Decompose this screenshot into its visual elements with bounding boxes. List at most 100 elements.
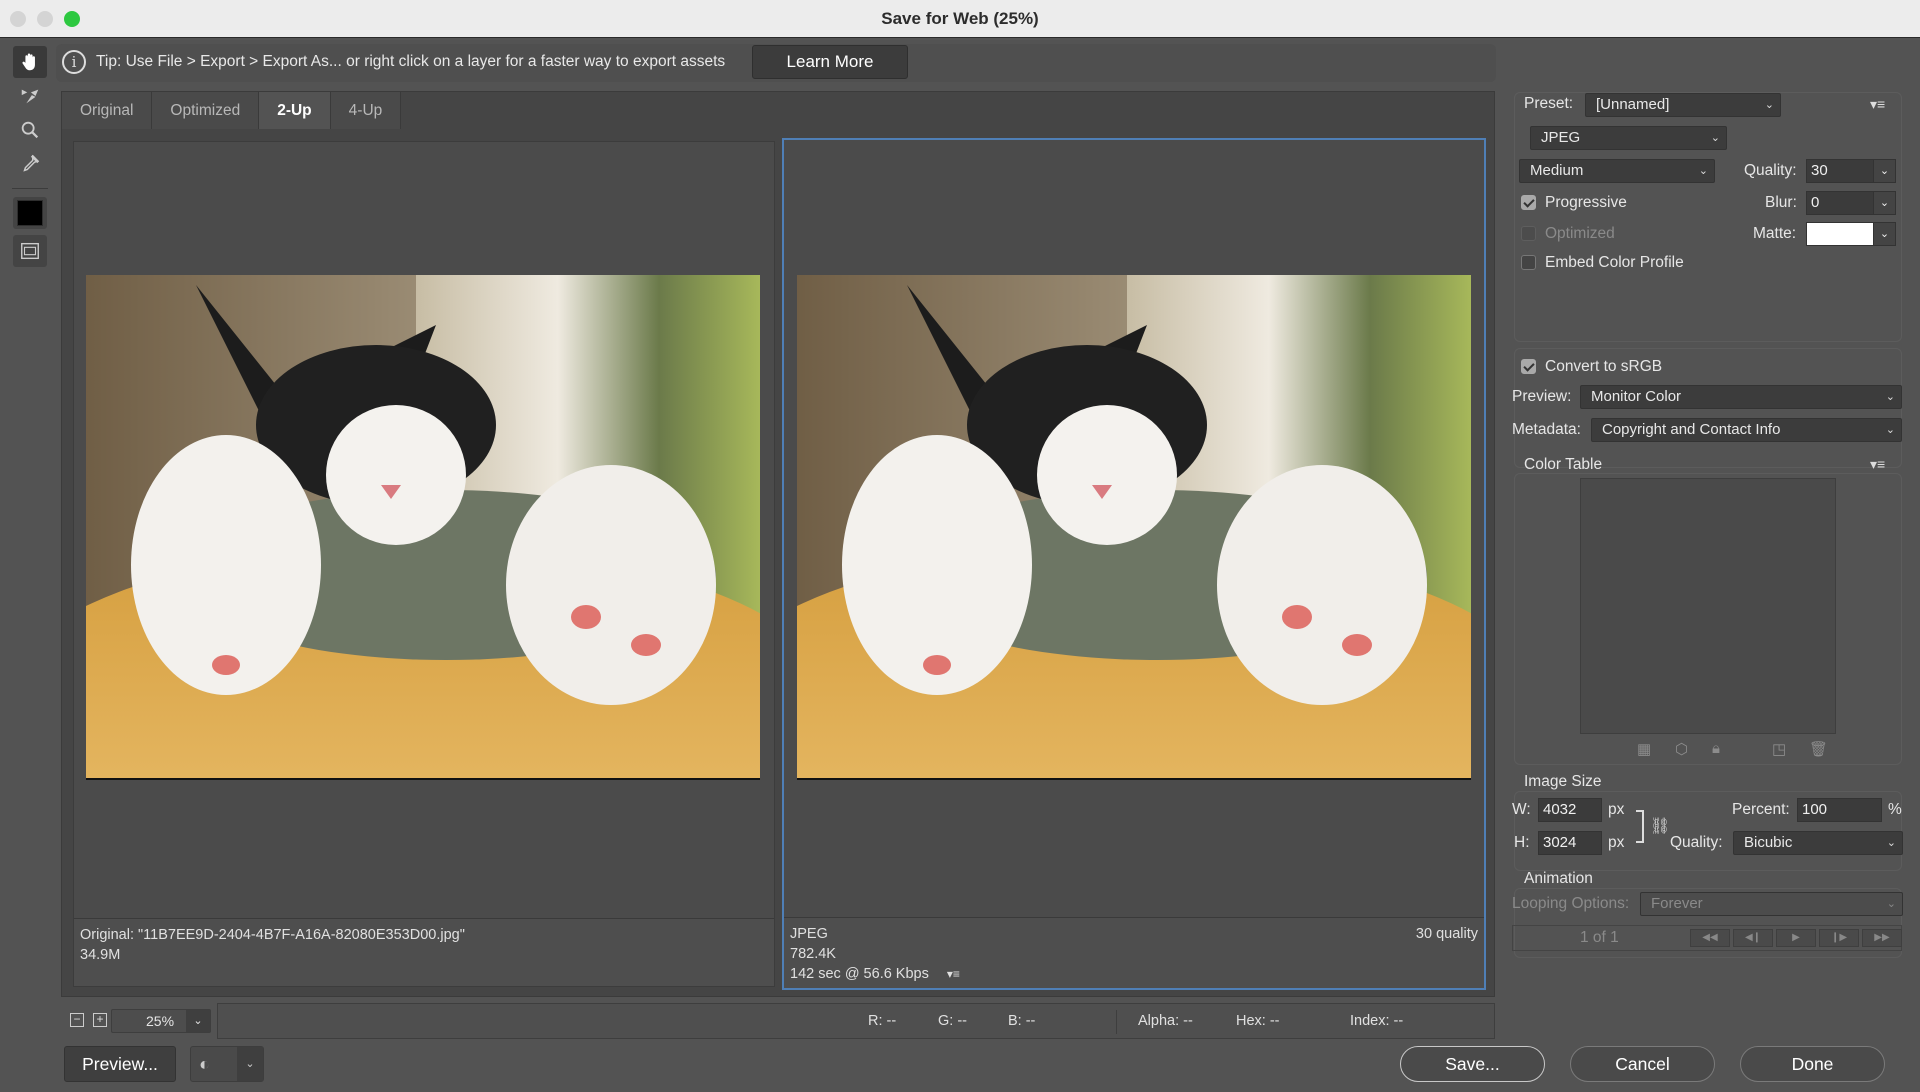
link-icon[interactable]: ⛓︎ <box>1650 816 1670 836</box>
preset-select[interactable]: [Unnamed] ⌄ <box>1585 93 1781 117</box>
looping-options-select[interactable]: Forever ⌄ <box>1640 892 1903 916</box>
color-table-menu-icon[interactable]: ▾≡ <box>1870 456 1885 473</box>
original-image[interactable] <box>86 275 760 780</box>
transparency-icon[interactable]: ▦ <box>1637 740 1651 758</box>
next-frame-button[interactable]: ❙▶ <box>1819 929 1859 947</box>
quality-input[interactable]: 30 ⌄ <box>1806 159 1896 183</box>
last-frame-button[interactable]: ▶▶ <box>1862 929 1902 947</box>
play-button[interactable]: ▶ <box>1776 929 1816 947</box>
optimize-menu-icon[interactable]: ▾≡ <box>1870 96 1885 113</box>
hand-tool[interactable] <box>13 46 47 78</box>
preview-color-value: Monitor Color <box>1591 388 1682 405</box>
trash-icon[interactable]: 🗑︎ <box>1809 740 1828 758</box>
convert-srgb-label: Convert to sRGB <box>1545 358 1663 375</box>
preview-button[interactable]: Preview... <box>64 1046 176 1082</box>
percent-value: 100 <box>1802 801 1828 818</box>
looping-options-value: Forever <box>1651 895 1703 912</box>
chevron-down-icon[interactable]: ⌄ <box>1873 223 1895 245</box>
color-swatch-icon <box>17 200 43 226</box>
cancel-button[interactable]: Cancel <box>1570 1046 1715 1082</box>
learn-more-button[interactable]: Learn More <box>752 45 908 79</box>
blur-value: 0 <box>1811 194 1820 211</box>
image-size-label: Image Size <box>1524 773 1602 790</box>
width-value: 4032 <box>1543 801 1577 818</box>
width-input[interactable]: 4032 <box>1538 798 1602 822</box>
width-label: W: <box>1512 801 1531 818</box>
optimized-checkbox[interactable] <box>1521 226 1536 241</box>
optimized-preview-panel[interactable]: JPEG 782.4K 142 sec @ 56.6 Kbps ▾≡ 30 qu… <box>782 138 1486 990</box>
constrain-bracket <box>1636 810 1644 843</box>
eyedropper-icon <box>23 154 40 172</box>
done-button[interactable]: Done <box>1740 1046 1885 1082</box>
format-value: JPEG <box>1541 129 1581 146</box>
chevron-down-icon: ⌄ <box>1764 99 1774 111</box>
embed-color-profile-checkbox[interactable] <box>1521 255 1536 270</box>
matte-color-select[interactable]: ⌄ <box>1806 222 1896 246</box>
progressive-checkbox[interactable] <box>1521 195 1536 210</box>
first-frame-button[interactable]: ◀◀ <box>1690 929 1730 947</box>
preview-color-select[interactable]: Monitor Color ⌄ <box>1580 385 1902 409</box>
slice-select-icon <box>21 89 39 104</box>
optimized-image[interactable] <box>797 275 1471 780</box>
download-rate-menu-icon[interactable]: ▾≡ <box>947 967 960 981</box>
previous-frame-button[interactable]: ◀❙ <box>1733 929 1773 947</box>
color-table[interactable] <box>1580 478 1836 734</box>
metadata-value: Copyright and Contact Info <box>1602 421 1781 438</box>
original-info: Original: "11B7EE9D-2404-4B7F-A16A-82080… <box>74 918 774 986</box>
status-bar: − + 25% ⌄ R: -- G: -- B: -- Alpha: -- He… <box>61 1003 1495 1039</box>
animation-label: Animation <box>1524 870 1593 887</box>
resample-quality-select[interactable]: Bicubic ⌄ <box>1733 831 1903 855</box>
format-select[interactable]: JPEG ⌄ <box>1530 126 1727 150</box>
magnifier-icon <box>21 121 39 139</box>
zoom-tool[interactable] <box>13 114 47 146</box>
settings-panel: Preset: [Unnamed] ⌄ ▾≡ JPEG ⌄ Medium ⌄ Qual… <box>1510 88 1910 1038</box>
compression-select[interactable]: Medium ⌄ <box>1519 159 1715 183</box>
tools-panel <box>8 44 52 269</box>
height-label: H: <box>1514 834 1530 851</box>
percent-unit: % <box>1888 801 1902 818</box>
tools-divider <box>12 188 48 189</box>
original-file-size: 34.9M <box>80 947 121 963</box>
chevron-down-icon: ⌄ <box>186 1010 210 1032</box>
percent-input[interactable]: 100 <box>1797 798 1882 822</box>
preview-browser-select[interactable]: ◐ ⌄ <box>190 1046 264 1082</box>
zoom-in-button[interactable]: + <box>93 1013 107 1027</box>
progressive-label: Progressive <box>1545 194 1627 211</box>
lock-icon[interactable]: 🔒︎ <box>1712 740 1720 757</box>
quality-label: Quality: <box>1744 162 1797 179</box>
slice-select-tool[interactable] <box>13 80 47 112</box>
chevron-down-icon: ⌄ <box>1885 391 1895 403</box>
blur-input[interactable]: 0 ⌄ <box>1806 191 1896 215</box>
chevron-down-icon: ⌄ <box>1710 132 1720 144</box>
tab-optimized[interactable]: Optimized <box>152 92 260 129</box>
readout-g: G: -- <box>938 1013 967 1029</box>
resample-quality-value: Bicubic <box>1744 834 1793 851</box>
convert-srgb-checkbox[interactable] <box>1521 359 1536 374</box>
eyedropper-tool[interactable] <box>13 148 47 180</box>
tab-2-up[interactable]: 2-Up <box>259 92 331 129</box>
optimized-quality: 30 quality <box>1415 926 1478 942</box>
width-unit: px <box>1608 801 1625 818</box>
tab-4-up[interactable]: 4-Up <box>330 92 402 129</box>
preview-area: Original Optimized 2-Up 4-Up Original: "… <box>61 91 1495 997</box>
slices-visibility-icon <box>21 242 39 260</box>
chevron-down-icon[interactable]: ⌄ <box>1873 192 1895 214</box>
readout-index: Index: -- <box>1350 1013 1404 1029</box>
zoom-out-button[interactable]: − <box>70 1013 84 1027</box>
zoom-level-select[interactable]: 25% ⌄ <box>111 1009 211 1033</box>
eyedropper-color-swatch[interactable] <box>13 197 47 229</box>
metadata-select[interactable]: Copyright and Contact Info ⌄ <box>1591 418 1902 442</box>
tab-original[interactable]: Original <box>62 92 153 129</box>
save-button[interactable]: Save... <box>1400 1046 1545 1082</box>
resample-quality-label: Quality: <box>1670 834 1723 851</box>
web-shift-icon[interactable]: ⬡ <box>1675 740 1688 758</box>
toggle-slices-visibility[interactable] <box>13 235 47 267</box>
cat-photo <box>86 275 760 778</box>
new-color-icon[interactable]: ◳ <box>1772 740 1786 758</box>
chevron-down-icon: ⌄ <box>1698 165 1708 177</box>
height-input[interactable]: 3024 <box>1538 831 1602 855</box>
chevron-down-icon[interactable]: ⌄ <box>1873 160 1895 182</box>
zoom-level-value: 25% <box>146 1013 175 1029</box>
quality-value: 30 <box>1811 162 1828 179</box>
original-preview-panel[interactable]: Original: "11B7EE9D-2404-4B7F-A16A-82080… <box>73 141 775 987</box>
